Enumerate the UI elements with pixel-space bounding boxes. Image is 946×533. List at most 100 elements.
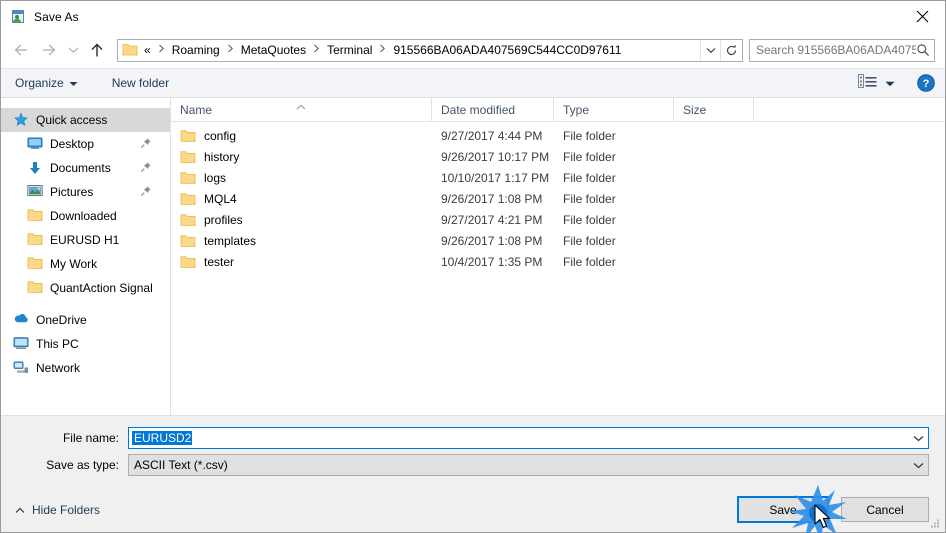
- hide-folders-button[interactable]: Hide Folders: [15, 503, 100, 517]
- column-header-size-label: Size: [683, 102, 707, 117]
- table-row[interactable]: history 9/26/2017 10:17 PM File folder: [171, 146, 945, 167]
- table-row[interactable]: profiles 9/27/2017 4:21 PM File folder: [171, 209, 945, 230]
- save-button[interactable]: Save: [737, 496, 829, 523]
- breadcrumb-item-2[interactable]: MetaQuotes: [238, 43, 309, 57]
- chevron-up-icon: [15, 503, 25, 517]
- file-name-cell[interactable]: MQL4: [171, 192, 432, 206]
- save-as-type-select[interactable]: ASCII Text (*.csv): [128, 454, 929, 476]
- column-header-date-modified[interactable]: Date modified: [432, 98, 554, 121]
- view-options-button[interactable]: [858, 74, 901, 92]
- file-name-cell[interactable]: profiles: [171, 213, 432, 227]
- file-date-cell: 9/27/2017 4:21 PM: [441, 212, 543, 227]
- file-type-cell: File folder: [563, 149, 616, 164]
- sidebar-item-pictures[interactable]: Pictures: [1, 180, 170, 204]
- file-type-cell: File folder: [563, 191, 616, 206]
- chevron-right-icon: [223, 44, 238, 56]
- breadcrumb-item-3[interactable]: Terminal: [324, 43, 375, 57]
- file-name-value[interactable]: EURUSD2: [129, 431, 908, 445]
- sidebar-item-my-work[interactable]: My Work: [1, 252, 170, 276]
- this-pc-icon: [13, 336, 29, 352]
- sidebar-item-label: Downloaded: [50, 209, 117, 223]
- file-name-label: templates: [204, 233, 257, 248]
- hide-folders-label: Hide Folders: [32, 502, 101, 517]
- table-row[interactable]: templates 9/26/2017 1:08 PM File folder: [171, 230, 945, 251]
- sidebar-item-label: Pictures: [50, 185, 94, 199]
- file-name-label: MQL4: [204, 191, 237, 206]
- file-date-cell: 9/26/2017 1:08 PM: [441, 191, 543, 206]
- back-arrow-icon[interactable]: [7, 36, 35, 64]
- file-type-cell: File folder: [563, 233, 616, 248]
- list-view-icon: [858, 74, 878, 92]
- sidebar-item-label: Network: [36, 361, 81, 375]
- dialog-body: Quick access Desktop Documents Pictures …: [1, 98, 945, 415]
- save-as-type-chevron-down-icon[interactable]: [908, 455, 928, 475]
- sidebar-item-quantaction-signal[interactable]: QuantAction Signal: [1, 276, 170, 300]
- file-date-cell: 9/26/2017 1:08 PM: [441, 233, 543, 248]
- sidebar-item-label: Desktop: [50, 137, 95, 151]
- navigation-sidebar[interactable]: Quick access Desktop Documents Pictures …: [1, 98, 171, 415]
- file-name-cell[interactable]: templates: [171, 234, 432, 248]
- column-header-type[interactable]: Type: [554, 98, 674, 121]
- folder-icon: [27, 280, 43, 296]
- folder-icon: [27, 232, 43, 248]
- sort-ascending-caret-icon: [296, 99, 306, 110]
- sidebar-item-desktop[interactable]: Desktop: [1, 132, 170, 156]
- file-name-input[interactable]: EURUSD2: [128, 427, 929, 449]
- address-dropdown-chevron-down-icon[interactable]: [700, 39, 720, 61]
- recent-locations-chevron-down-icon[interactable]: [63, 36, 83, 64]
- chevron-down-icon: [69, 76, 78, 90]
- table-row[interactable]: config 9/27/2017 4:44 PM File folder: [171, 125, 945, 146]
- view-dropdown-chevron-down-icon[interactable]: [885, 76, 895, 90]
- sidebar-item-onedrive[interactable]: OneDrive: [1, 308, 170, 332]
- sidebar-item-network[interactable]: Network: [1, 356, 170, 380]
- file-date-cell: 10/4/2017 1:35 PM: [441, 254, 543, 269]
- sidebar-item-label: QuantAction Signal: [50, 281, 153, 295]
- file-name-label: logs: [204, 170, 227, 185]
- file-name-cell[interactable]: config: [171, 129, 432, 143]
- folder-icon: [27, 256, 43, 272]
- address-bar[interactable]: « Roaming MetaQuotes Terminal 915566BA06…: [117, 38, 743, 62]
- file-name-cell[interactable]: logs: [171, 171, 432, 185]
- file-name-selected-text: EURUSD2: [132, 431, 193, 445]
- table-row[interactable]: tester 10/4/2017 1:35 PM File folder: [171, 251, 945, 272]
- file-name-cell[interactable]: history: [171, 150, 432, 164]
- sidebar-item-documents[interactable]: Documents: [1, 156, 170, 180]
- breadcrumb-item-0[interactable]: «: [141, 43, 154, 57]
- search-box[interactable]: [749, 38, 935, 62]
- sidebar-item-eurusd-h1[interactable]: EURUSD H1: [1, 228, 170, 252]
- search-input[interactable]: [756, 43, 916, 57]
- up-arrow-icon[interactable]: [83, 36, 111, 64]
- command-bar: Organize New folder ?: [1, 68, 945, 98]
- column-header-filler: [754, 98, 945, 121]
- forward-arrow-icon[interactable]: [35, 36, 63, 64]
- file-type-cell: File folder: [563, 212, 616, 227]
- folder-icon: [180, 255, 196, 269]
- refresh-icon[interactable]: [720, 39, 742, 61]
- close-icon[interactable]: [899, 1, 945, 32]
- breadcrumb-item-4[interactable]: 915566BA06ADA407569C544CC0D97611: [390, 43, 624, 57]
- table-row[interactable]: MQL4 9/26/2017 1:08 PM File folder: [171, 188, 945, 209]
- folder-icon: [180, 171, 196, 185]
- organize-button[interactable]: Organize: [15, 71, 86, 95]
- file-name-label: config: [204, 128, 237, 143]
- table-row[interactable]: logs 10/10/2017 1:17 PM File folder: [171, 167, 945, 188]
- breadcrumb[interactable]: « Roaming MetaQuotes Terminal 915566BA06…: [141, 43, 700, 57]
- file-name-chevron-down-icon[interactable]: [908, 428, 928, 448]
- dialog-footer: Hide Folders Save Cancel: [1, 487, 945, 532]
- star-icon: [13, 112, 29, 128]
- help-icon[interactable]: ?: [917, 74, 935, 92]
- sidebar-item-this-pc[interactable]: This PC: [1, 332, 170, 356]
- new-folder-button[interactable]: New folder: [104, 71, 177, 95]
- sidebar-item-label: My Work: [50, 257, 98, 271]
- column-header-name[interactable]: Name: [171, 98, 432, 121]
- file-name-cell[interactable]: tester: [171, 255, 432, 269]
- breadcrumb-item-1[interactable]: Roaming: [169, 43, 223, 57]
- column-header-size[interactable]: Size: [674, 98, 754, 121]
- cancel-button[interactable]: Cancel: [841, 497, 929, 522]
- resize-grip[interactable]: [929, 517, 941, 529]
- folder-icon: [122, 42, 138, 58]
- sidebar-item-quick-access[interactable]: Quick access: [1, 108, 170, 132]
- chevron-right-icon: [309, 44, 324, 56]
- sidebar-item-downloaded[interactable]: Downloaded: [1, 204, 170, 228]
